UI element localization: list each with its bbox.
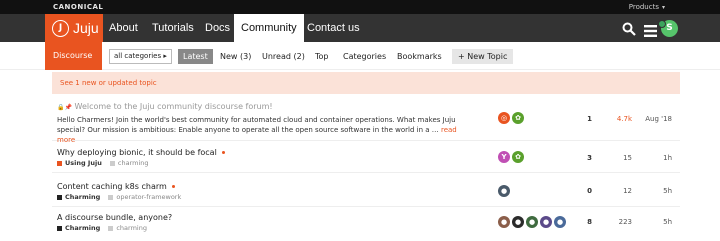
avatar[interactable]: ✿ — [512, 151, 524, 163]
new-indicator — [171, 185, 175, 188]
reply-count: 0 — [587, 187, 592, 195]
nav-link-tutorials[interactable]: Tutorials — [152, 14, 194, 42]
category-badge[interactable]: Charming — [57, 224, 100, 232]
notification-dot — [658, 20, 666, 28]
products-menu[interactable]: Products ▾ — [629, 3, 665, 11]
avatar[interactable]: Y — [498, 151, 510, 163]
tab-latest[interactable]: Latest — [178, 49, 213, 64]
reply-count: 3 — [587, 154, 592, 162]
nav-link-community[interactable]: Community — [234, 14, 304, 42]
tag-charming[interactable]: charming — [109, 159, 149, 167]
category-select[interactable]: all categories ▸ — [109, 49, 172, 64]
activity-time[interactable]: Aug '18 — [632, 115, 672, 123]
reply-count: 1 — [587, 115, 592, 123]
nav-link-about[interactable]: About — [109, 14, 138, 42]
juju-logo-icon: J — [52, 19, 69, 37]
topic-title[interactable]: A discourse bundle, anyone? — [57, 213, 172, 222]
avatar[interactable]: ✿ — [512, 112, 524, 124]
top-navigation: J Juju About Tutorials Docs Community Co… — [0, 14, 720, 42]
category-badge[interactable]: Charming — [57, 193, 100, 201]
topic-row: 🔒📌 Welcome to the Juju community discour… — [52, 96, 680, 144]
topic-row: Why deploying bionic, it should be focal… — [52, 142, 680, 173]
tag-charming[interactable]: charming — [108, 224, 147, 232]
tab-top[interactable]: Top — [315, 49, 329, 64]
activity-time[interactable]: 5h — [632, 218, 672, 226]
tab-categories[interactable]: Categories — [343, 49, 386, 64]
search-icon[interactable] — [622, 21, 636, 40]
topic-excerpt: Hello Charmers! Join the world's best co… — [57, 116, 457, 144]
topic-title[interactable]: Content caching k8s charm — [57, 182, 175, 191]
avatar[interactable]: ● — [498, 185, 510, 197]
topic-tags: Using Juju charming — [57, 159, 149, 167]
new-topic-button[interactable]: + New Topic — [452, 49, 514, 64]
activity-time[interactable]: 1h — [632, 154, 672, 162]
new-indicator — [221, 151, 225, 154]
avatar[interactable]: ● — [540, 216, 552, 228]
reply-count: 8 — [587, 218, 592, 226]
pinned-lock-icon: 🔒📌 — [57, 104, 72, 111]
nav-link-docs[interactable]: Docs — [205, 14, 230, 42]
canonical-logo[interactable]: CANONICAL — [53, 3, 103, 11]
activity-time[interactable]: 5h — [632, 187, 672, 195]
topic-row: Content caching k8s charm Charming opera… — [52, 174, 680, 207]
juju-logo[interactable]: J Juju — [45, 14, 103, 42]
view-count: 4.7k — [616, 115, 632, 123]
view-count: 12 — [623, 187, 632, 195]
tab-new[interactable]: New (3) — [220, 49, 251, 64]
discourse-subbar: Discourse all categories ▸ Latest New (3… — [0, 42, 720, 70]
topic-title[interactable]: Why deploying bionic, it should be focal — [57, 148, 225, 157]
products-label: Products — [628, 3, 659, 11]
hamburger-menu-icon[interactable] — [644, 22, 657, 41]
topic-row: A discourse bundle, anyone? Charming cha… — [52, 208, 680, 241]
juju-logo-text: Juju — [73, 20, 99, 36]
topic-title[interactable]: 🔒📌 Welcome to the Juju community discour… — [57, 102, 273, 111]
nav-link-contact[interactable]: Contact us — [307, 14, 360, 42]
avatar[interactable]: ◎ — [498, 112, 510, 124]
view-count: 15 — [623, 154, 632, 162]
topic-tags: Charming operator-framework — [57, 193, 181, 201]
tab-unread[interactable]: Unread (2) — [262, 49, 305, 64]
avatar[interactable]: ● — [498, 216, 510, 228]
poster-avatars: ● — [498, 185, 510, 197]
view-count: 223 — [618, 218, 632, 226]
new-topics-alert[interactable]: See 1 new or updated topic — [52, 72, 680, 94]
category-badge[interactable]: Using Juju — [57, 159, 102, 167]
canonical-bar: CANONICAL Products ▾ — [0, 0, 720, 14]
avatar[interactable]: ● — [512, 216, 524, 228]
poster-avatars: ◎ ✿ — [498, 112, 524, 124]
avatar[interactable]: ● — [526, 216, 538, 228]
tab-bookmarks[interactable]: Bookmarks — [397, 49, 442, 64]
tag-operator-framework[interactable]: operator-framework — [108, 193, 181, 201]
poster-avatars: Y ✿ — [498, 151, 524, 163]
discourse-tab[interactable]: Discourse — [45, 42, 102, 70]
chevron-down-icon: ▾ — [661, 4, 665, 11]
topic-tags: Charming charming — [57, 224, 147, 232]
